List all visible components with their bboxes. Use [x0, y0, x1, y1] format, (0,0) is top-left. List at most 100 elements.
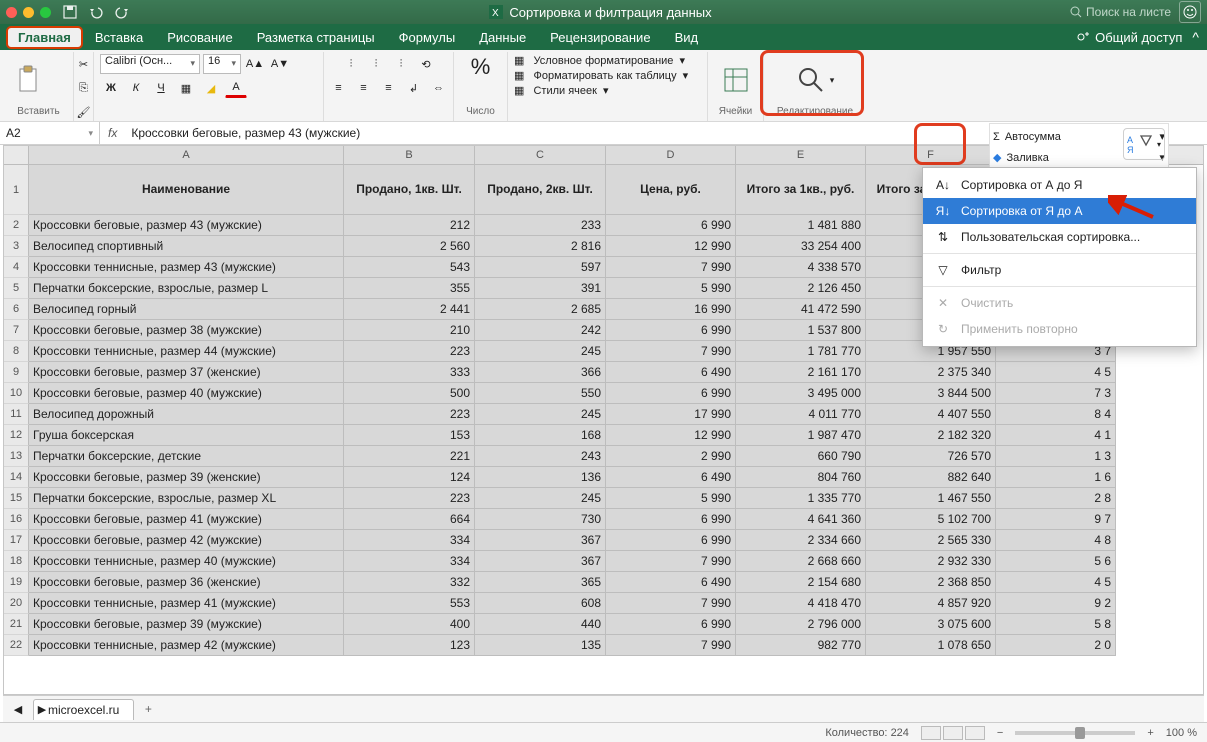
cell[interactable]: 123 [344, 635, 475, 656]
col-header[interactable]: B [344, 146, 475, 164]
cell[interactable]: 660 790 [736, 446, 866, 467]
select-all-corner[interactable] [4, 146, 29, 164]
cell-styles-button[interactable]: ▦ Стили ячеек ▾ [514, 84, 609, 97]
cell[interactable]: 366 [475, 362, 606, 383]
cell[interactable]: 2 0 [996, 635, 1116, 656]
cell[interactable]: 5 990 [606, 488, 736, 509]
align-bottom-icon[interactable]: ⫶ [390, 54, 412, 74]
cell[interactable]: 400 [344, 614, 475, 635]
cell[interactable]: 4 5 [996, 362, 1116, 383]
cell[interactable]: 5 8 [996, 614, 1116, 635]
wrap-text-icon[interactable]: ↲ [403, 78, 425, 98]
cell[interactable]: 7 990 [606, 551, 736, 572]
conditional-formatting-button[interactable]: ▦ Условное форматирование ▾ [514, 54, 685, 67]
cell[interactable]: 4 338 570 [736, 257, 866, 278]
cell[interactable]: 6 490 [606, 362, 736, 383]
maximize-icon[interactable] [40, 7, 51, 18]
row-header[interactable]: 4 [4, 257, 29, 278]
cell[interactable]: Кроссовки теннисные, размер 40 (мужские) [29, 551, 344, 572]
cell[interactable]: 6 990 [606, 215, 736, 236]
cell[interactable]: Кроссовки беговые, размер 43 (мужские) [29, 215, 344, 236]
cell[interactable]: 4 011 770 [736, 404, 866, 425]
cell[interactable]: 1 537 800 [736, 320, 866, 341]
redo-icon[interactable] [113, 4, 131, 20]
cell[interactable]: 1 3 [996, 446, 1116, 467]
save-icon[interactable] [61, 4, 79, 20]
cell[interactable]: 982 770 [736, 635, 866, 656]
cell[interactable]: 367 [475, 551, 606, 572]
decrease-font-icon[interactable]: A▼ [269, 54, 291, 74]
row-header[interactable]: 13 [4, 446, 29, 467]
borders-icon[interactable]: ▦ [175, 78, 197, 98]
cell[interactable]: 2 8 [996, 488, 1116, 509]
cell[interactable]: 4 5 [996, 572, 1116, 593]
sheet-next-icon[interactable]: ▶ [31, 699, 53, 719]
cell[interactable]: 153 [344, 425, 475, 446]
cell[interactable]: 7 3 [996, 383, 1116, 404]
cell[interactable]: Кроссовки теннисные, размер 44 (мужские) [29, 341, 344, 362]
cell[interactable]: 6 990 [606, 530, 736, 551]
cell[interactable]: 223 [344, 404, 475, 425]
row-header[interactable]: 12 [4, 425, 29, 446]
font-color-icon[interactable]: A [225, 78, 247, 98]
cell[interactable]: 2 182 320 [866, 425, 996, 446]
cell[interactable]: 33 254 400 [736, 236, 866, 257]
normal-view-icon[interactable] [921, 726, 941, 740]
cell[interactable]: 2 990 [606, 446, 736, 467]
align-left-icon[interactable]: ≡ [328, 78, 350, 98]
search-box[interactable]: Поиск на листе [1070, 5, 1171, 19]
cell[interactable]: Кроссовки беговые, размер 39 (женские) [29, 467, 344, 488]
cell[interactable]: 2 932 330 [866, 551, 996, 572]
sort-filter-button[interactable]: АЯ ▾ [1123, 128, 1165, 160]
cell[interactable]: Кроссовки беговые, размер 36 (женские) [29, 572, 344, 593]
align-center-icon[interactable]: ≡ [353, 78, 375, 98]
cell[interactable]: 2 154 680 [736, 572, 866, 593]
cell[interactable]: 6 490 [606, 572, 736, 593]
fx-icon[interactable]: fx [100, 126, 125, 140]
row-header[interactable]: 5 [4, 278, 29, 299]
cell[interactable]: 2 668 660 [736, 551, 866, 572]
cell[interactable]: 12 990 [606, 425, 736, 446]
cell[interactable]: 2 565 330 [866, 530, 996, 551]
add-sheet-icon[interactable]: + [138, 699, 158, 719]
cell[interactable]: 5 102 700 [866, 509, 996, 530]
row-header[interactable]: 6 [4, 299, 29, 320]
cell[interactable]: 664 [344, 509, 475, 530]
header-cell[interactable]: Итого за 1кв., руб. [736, 165, 866, 215]
tab-insert[interactable]: Вставка [83, 26, 155, 49]
view-mode-buttons[interactable] [921, 726, 985, 740]
cell[interactable]: Перчатки боксерские, взрослые, размер L [29, 278, 344, 299]
copy-icon[interactable]: ⎘ [73, 78, 95, 98]
bold-button[interactable]: Ж [100, 78, 122, 98]
cell[interactable]: Кроссовки теннисные, размер 42 (мужские) [29, 635, 344, 656]
col-header[interactable]: C [475, 146, 606, 164]
header-cell[interactable]: Наименование [29, 165, 344, 215]
cell[interactable]: Кроссовки беговые, размер 37 (женские) [29, 362, 344, 383]
merge-icon[interactable]: ⇔ [428, 78, 450, 98]
sheet-prev-icon[interactable]: ◀ [7, 699, 29, 719]
cell[interactable]: 3 495 000 [736, 383, 866, 404]
header-cell[interactable]: Продано, 2кв. Шт. [475, 165, 606, 215]
cell[interactable]: 223 [344, 341, 475, 362]
cell[interactable]: 804 760 [736, 467, 866, 488]
zoom-out-icon[interactable]: − [997, 727, 1003, 739]
row-header[interactable]: 22 [4, 635, 29, 656]
col-header[interactable]: F [866, 146, 996, 164]
undo-icon[interactable] [87, 4, 105, 20]
row-header[interactable]: 1 [4, 165, 29, 215]
cell[interactable]: 4 407 550 [866, 404, 996, 425]
page-layout-view-icon[interactable] [943, 726, 963, 740]
cell[interactable]: 210 [344, 320, 475, 341]
cell[interactable]: Кроссовки беговые, размер 39 (мужские) [29, 614, 344, 635]
minimize-icon[interactable] [23, 7, 34, 18]
cell[interactable]: 41 472 590 [736, 299, 866, 320]
cell[interactable]: 1 078 650 [866, 635, 996, 656]
menu-sort-asc[interactable]: А↓Сортировка от А до Я [923, 172, 1196, 198]
font-size-select[interactable]: 16▾ [203, 54, 241, 74]
cell[interactable]: 7 990 [606, 257, 736, 278]
cell[interactable]: 8 4 [996, 404, 1116, 425]
cell[interactable]: 440 [475, 614, 606, 635]
cell[interactable]: 4 857 920 [866, 593, 996, 614]
zoom-slider[interactable] [1015, 731, 1135, 735]
cell[interactable]: 7 990 [606, 593, 736, 614]
